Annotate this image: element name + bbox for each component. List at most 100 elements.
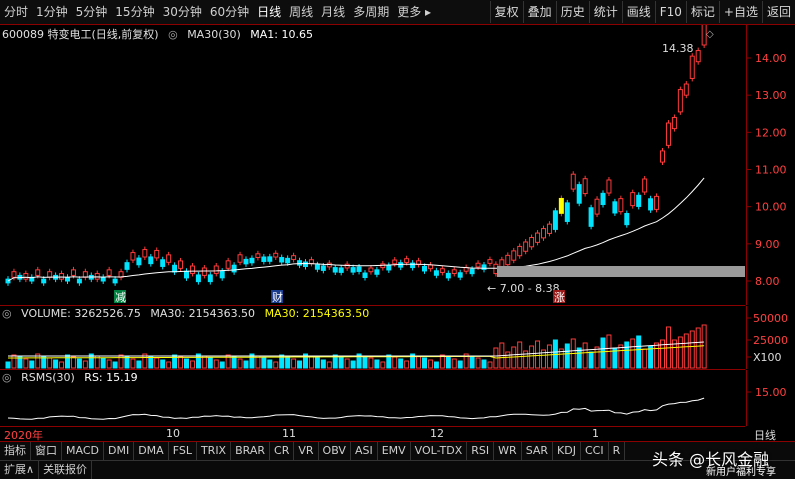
date-jan: 1 [592,427,599,440]
candle-body [70,269,76,276]
volume-bar [481,359,487,369]
volume-bar [326,361,332,369]
period-tab-1[interactable]: 1分钟 [32,0,72,24]
volume-bar [642,348,648,369]
indicator-tab-7[interactable]: BRAR [231,442,271,460]
action-button-0[interactable]: 复权 [489,1,523,23]
candle-body [671,116,677,130]
volume-bar [243,360,249,369]
volume-bar [654,342,660,369]
candle-body [112,278,118,284]
candle-body [469,268,475,275]
candle-body [124,262,130,270]
indicator-tab-2[interactable]: MACD [62,442,104,460]
volume-bar [100,357,106,369]
price-tick-label: 12.00 [755,126,787,139]
rsms-header: ◎ RSMS(30) RS: 15.19 [2,371,144,384]
candle-body [487,259,493,264]
indicator-tab-17[interactable]: KDJ [553,442,581,460]
indicator-tab-14[interactable]: RSI [467,442,495,460]
action-button-1[interactable]: 叠加 [522,1,556,23]
volume-bar [308,355,314,369]
volume-bar [600,337,606,369]
date-dec: 12 [430,427,444,440]
action-button-4[interactable]: 画线 [621,1,655,23]
indicator-tab-13[interactable]: VOL-TDX [411,442,468,460]
candle-body [106,269,112,276]
volume-bar [219,361,225,369]
footer-note: 新用户福利专享 [706,467,776,478]
indicator-tab-4[interactable]: DMA [134,442,169,460]
rsms-panel[interactable]: ◎ RSMS(30) RS: 15.19 [0,370,745,427]
indicator-tab-9[interactable]: VR [294,442,319,460]
action-button-3[interactable]: 统计 [588,1,622,23]
action-button-7[interactable]: +自选 [718,1,762,23]
candle-body [392,259,398,265]
action-button-2[interactable]: 历史 [555,1,589,23]
candle-body [231,264,237,273]
indicator-tab-12[interactable]: EMV [378,442,411,460]
high-price-label: 14.38 [662,42,694,55]
candle-body [166,254,172,263]
action-button-5[interactable]: F10 [654,1,686,23]
candle-body [576,184,582,204]
volume-bar [130,358,136,369]
action-button-8[interactable]: 返回 [761,1,795,23]
indicator-tab-11[interactable]: ASI [351,442,378,460]
period-tab-4[interactable]: 30分钟 [159,0,206,24]
indicator-tab-15[interactable]: WR [494,442,522,460]
candle-body [267,256,273,262]
settings-icon[interactable]: ◎ [2,307,12,320]
period-tab-8[interactable]: 月线 [317,0,349,24]
volume-bar [392,356,398,369]
period-tab-10[interactable]: 更多 ▸ [393,0,435,24]
volume-bar [59,361,65,369]
period-tab-0[interactable]: 分时 [0,0,32,24]
candle-body [642,178,648,193]
indicator-tab-3[interactable]: DMI [104,442,135,460]
period-tab-9[interactable]: 多周期 [349,0,393,24]
settings-icon[interactable]: ◎ [168,28,178,41]
date-axis: 2020年 10 11 12 1 日线 [0,427,795,442]
period-tab-2[interactable]: 5分钟 [72,0,112,24]
indicator-tab-0[interactable]: 指标 [0,442,31,460]
volume-bar [76,358,82,369]
volume-bar [451,358,457,369]
candle-body [195,274,201,283]
indicator-tab-5[interactable]: FSL [169,442,197,460]
volume-bar [535,340,541,369]
candle-body [427,264,433,270]
extension-tab-1[interactable]: 关联报价 [39,461,93,479]
indicator-tab-1[interactable]: 窗口 [31,442,62,460]
period-tab-6[interactable]: 日线 [253,0,285,24]
kline-panel[interactable]: 14.38 ◇ ← 7.00 - 8.38 减 财 涨 600089 特变电工(日线,前复… [0,25,745,306]
period-tab-3[interactable]: 15分钟 [111,0,158,24]
indicator-tab-10[interactable]: OBV [319,442,351,460]
indicator-tab-8[interactable]: CR [270,442,295,460]
candle-body [564,202,570,222]
price-tick-label: 13.00 [755,89,787,102]
candle-body [189,265,195,274]
candle-body [130,252,136,261]
candle-body [303,261,308,268]
indicator-tab-19[interactable]: R [609,442,626,460]
indicator-tab-16[interactable]: SAR [522,442,554,460]
ma30-line [7,177,705,282]
candle-body [451,269,457,274]
volume-bar [368,357,374,369]
price-tick-label: 11.00 [755,164,787,177]
candle-body [338,267,344,273]
period-tab-7[interactable]: 周线 [285,0,317,24]
action-button-6[interactable]: 标记 [685,1,719,23]
period-tab-5[interactable]: 60分钟 [206,0,253,24]
indicator-tab-6[interactable]: TRIX [197,442,232,460]
kline-chart: 14.38 ◇ ← 7.00 - 8.38 减 财 涨 [5,25,745,304]
extension-tab-0[interactable]: 扩展∧ [0,461,40,479]
settings-icon[interactable]: ◎ [2,371,12,384]
indicator-tab-18[interactable]: CCI [581,442,609,460]
volume-panel[interactable]: ◎ VOLUME: 3262526.75 MA30: 2154363.50 MA… [0,306,745,370]
top-toolbar: 分时 1分钟 5分钟 15分钟 30分钟 60分钟 日线 周线 月线 多周期 更多 ▸ 复权 叠加 历史… [0,0,795,25]
volume-bar [23,358,29,369]
period-label[interactable]: 日线 [754,427,776,443]
candle-body [82,271,88,278]
